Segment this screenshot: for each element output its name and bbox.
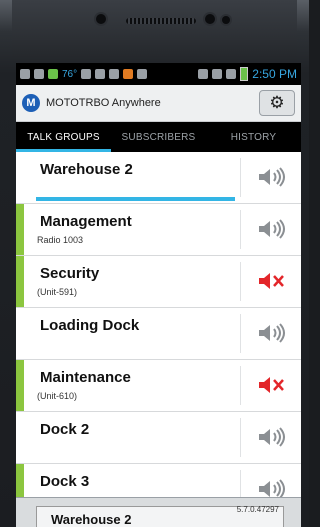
speaker-icon[interactable] — [256, 426, 286, 448]
warning-icon — [95, 69, 106, 79]
usb-icon — [137, 69, 148, 79]
talk-group-row[interactable]: Loading Dock — [16, 308, 301, 360]
mail-icon — [123, 69, 134, 79]
row-divider — [240, 366, 241, 405]
talk-group-subtitle: (Unit-610) — [37, 391, 78, 401]
app-title: MOTOTRBO Anywhere — [46, 97, 161, 109]
active-channel-card[interactable]: Warehouse 2 5.7.0.47297 — [36, 505, 284, 527]
notification-icon — [20, 69, 30, 79]
status-bar: 76° 2:50 PM — [16, 63, 301, 85]
talk-group-name: Security — [40, 265, 100, 282]
app-bar: M MOTOTRBO Anywhere ⚙ — [16, 85, 301, 122]
speaker-icon[interactable] — [256, 218, 286, 240]
talk-group-subtitle: (Unit-591) — [37, 287, 78, 297]
front-camera — [205, 14, 215, 24]
row-divider — [240, 158, 241, 197]
speaker-muted-icon[interactable] — [256, 374, 286, 396]
wifi-icon — [212, 69, 223, 79]
speaker-icon[interactable] — [256, 166, 286, 188]
status-indicator — [16, 256, 24, 307]
status-indicator — [16, 204, 24, 255]
speaker-icon[interactable] — [256, 322, 286, 344]
row-divider — [240, 314, 241, 353]
gear-icon: ⚙ — [269, 93, 285, 112]
activity-progress-bar — [36, 197, 235, 201]
notification-icon — [34, 69, 44, 79]
status-indicator — [16, 360, 24, 411]
talk-group-row[interactable]: Management Radio 1003 — [16, 204, 301, 256]
talk-group-subtitle: Radio 1003 — [37, 235, 84, 245]
talk-group-name: Dock 2 — [40, 421, 90, 438]
tab-talk-groups[interactable]: TALK GROUPS — [16, 132, 111, 152]
sync-icon — [198, 69, 209, 79]
device-screen: 76° 2:50 PM M MOTOTRBO Anywhere ⚙ TALK G… — [16, 63, 301, 527]
proximity-sensor — [222, 16, 230, 24]
talk-group-name: Maintenance — [40, 369, 131, 386]
front-sensor — [96, 14, 106, 24]
row-divider — [240, 262, 241, 301]
talk-group-row[interactable]: Security (Unit-591) — [16, 256, 301, 308]
tab-bar: TALK GROUPS SUBSCRIBERS HISTORY — [16, 122, 301, 152]
settings-button[interactable]: ⚙ — [259, 90, 295, 116]
battery-icon — [240, 67, 249, 81]
talk-group-row[interactable]: Dock 2 — [16, 412, 301, 464]
temperature-readout: 76° — [62, 68, 78, 80]
talk-group-name: Dock 3 — [40, 473, 90, 490]
row-divider — [240, 418, 241, 457]
camera-icon — [109, 69, 120, 79]
talk-group-row[interactable]: Maintenance (Unit-610) — [16, 360, 301, 412]
talk-group-name: Management — [40, 213, 132, 230]
earpiece-speaker — [126, 18, 196, 24]
talk-group-name: Warehouse 2 — [40, 161, 133, 178]
talk-group-list: Warehouse 2 Management Radio 1003 Security (… — [16, 152, 301, 516]
tab-history[interactable]: HISTORY — [206, 132, 301, 152]
version-label: 5.7.0.47297 — [236, 505, 279, 514]
battery-widget-icon — [48, 69, 58, 79]
speaker-muted-icon[interactable] — [256, 270, 286, 292]
tab-subscribers[interactable]: SUBSCRIBERS — [111, 132, 206, 152]
talk-group-name: Loading Dock — [40, 317, 140, 334]
row-divider — [240, 210, 241, 249]
active-channel-panel: Warehouse 2 5.7.0.47297 — [16, 497, 301, 527]
active-channel-name: Warehouse 2 — [51, 512, 132, 527]
clock: 2:50 PM — [252, 67, 297, 81]
signal-icon — [226, 69, 237, 79]
phone-frame: 76° 2:50 PM M MOTOTRBO Anywhere ⚙ TALK G… — [0, 0, 309, 527]
phone-bezel — [12, 0, 297, 60]
warning-icon — [81, 69, 92, 79]
talk-group-row[interactable]: Warehouse 2 — [16, 152, 301, 204]
motorola-logo-icon: M — [22, 94, 40, 112]
